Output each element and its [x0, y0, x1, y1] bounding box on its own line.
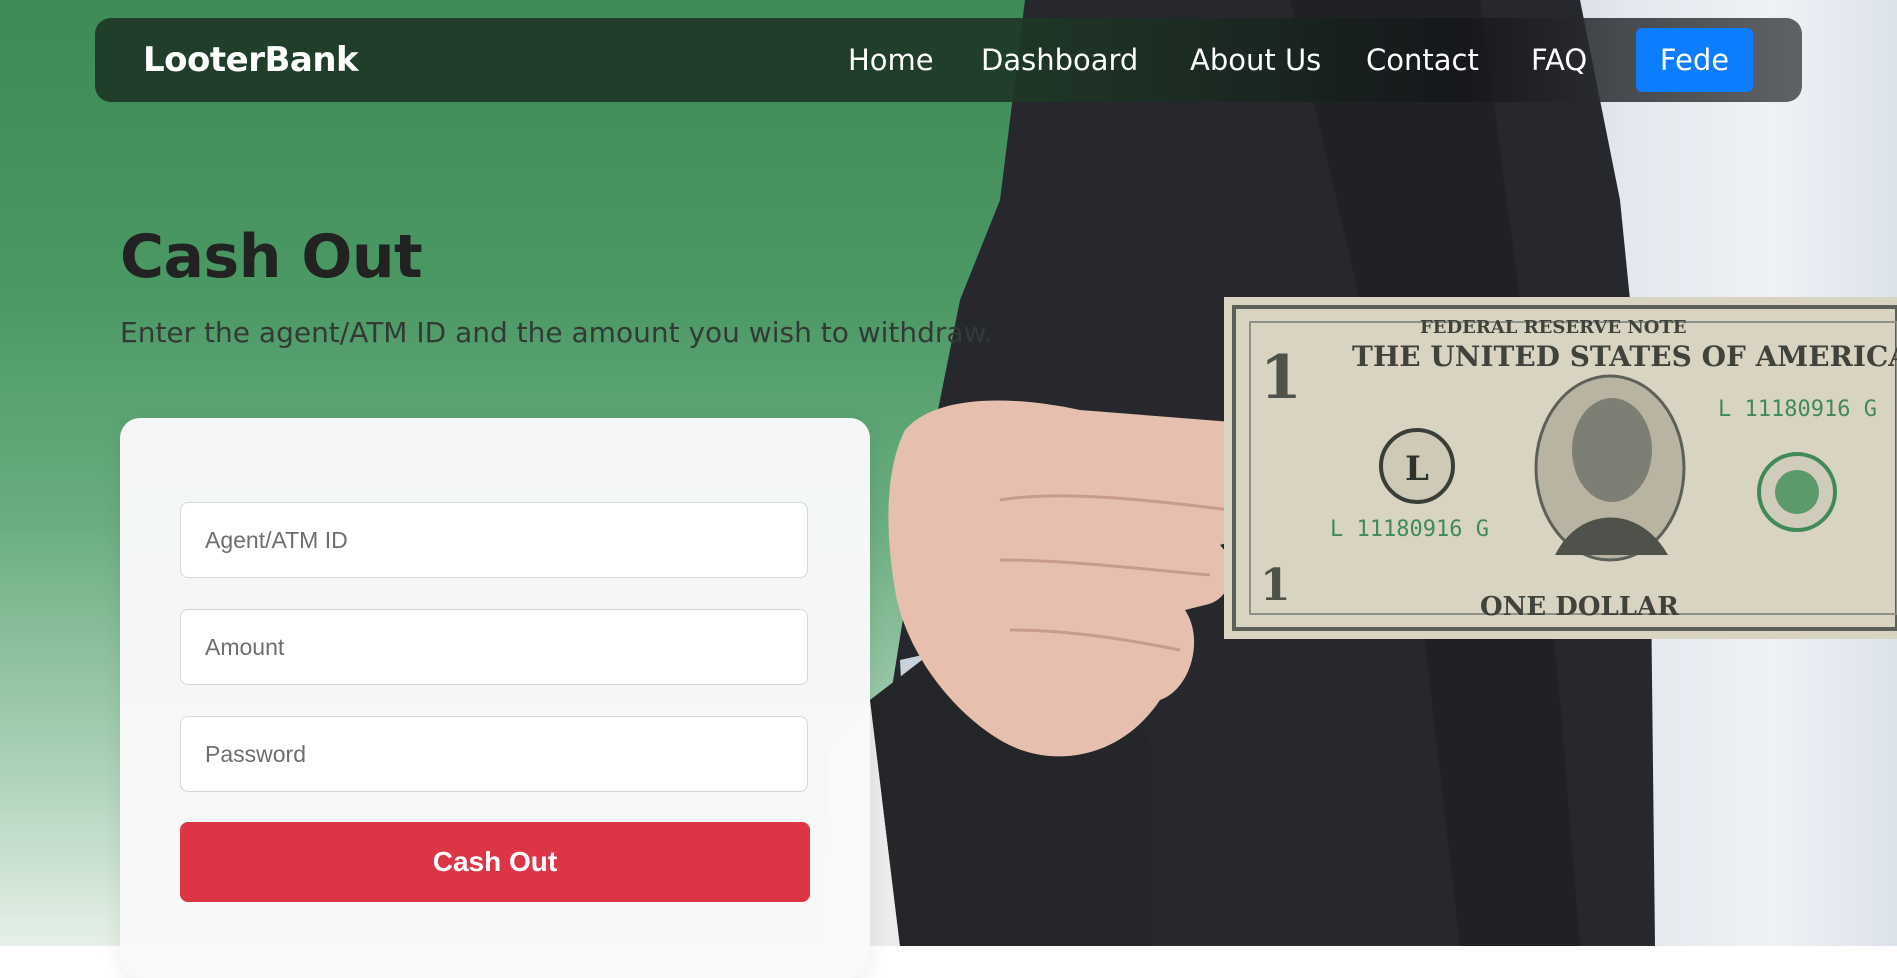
- cash-out-form-card: Cash Out: [120, 418, 870, 978]
- cash-out-button[interactable]: Cash Out: [180, 822, 810, 902]
- svg-text:L: L: [1405, 449, 1429, 489]
- page-subtitle: Enter the agent/ATM ID and the amount yo…: [120, 316, 993, 349]
- amount-input[interactable]: [180, 609, 808, 685]
- nav-link-contact[interactable]: Contact: [1366, 18, 1479, 102]
- nav-link-home[interactable]: Home: [848, 18, 934, 102]
- svg-text:1: 1: [1260, 560, 1291, 611]
- svg-text:L 11180916 G: L 11180916 G: [1330, 517, 1489, 542]
- dollar-bill: FEDERAL RESERVE NOTE THE UNITED STATES O…: [1224, 297, 1897, 639]
- password-input[interactable]: [180, 716, 808, 792]
- nav-link-faq[interactable]: FAQ: [1531, 18, 1587, 102]
- page-title: Cash Out: [120, 222, 423, 292]
- svg-text:THE UNITED STATES OF AMERICA: THE UNITED STATES OF AMERICA: [1352, 340, 1897, 373]
- navbar: LooterBank Home Dashboard About Us Conta…: [95, 18, 1802, 102]
- svg-text:FEDERAL RESERVE NOTE: FEDERAL RESERVE NOTE: [1420, 317, 1687, 338]
- user-account-button[interactable]: Fede: [1636, 28, 1753, 92]
- svg-text:1: 1: [1260, 343, 1302, 413]
- nav-link-dashboard[interactable]: Dashboard: [981, 18, 1138, 102]
- nav-link-about-us[interactable]: About Us: [1190, 18, 1321, 102]
- agent-atm-id-input[interactable]: [180, 502, 808, 578]
- nav-links: Home Dashboard About Us Contact FAQ Fede: [95, 18, 1802, 102]
- svg-text:ONE DOLLAR: ONE DOLLAR: [1480, 592, 1679, 622]
- svg-text:L 11180916 G: L 11180916 G: [1718, 397, 1877, 422]
